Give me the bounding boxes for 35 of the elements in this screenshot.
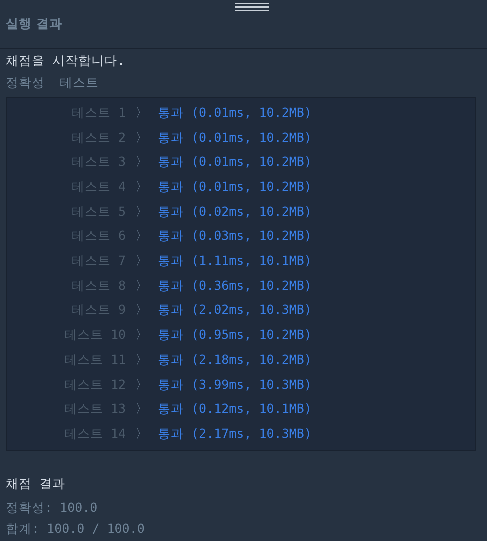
chevron-separator: 〉 xyxy=(134,326,150,344)
drag-handle-icon[interactable] xyxy=(235,3,269,12)
test-result: 통과 (0.12ms, 10.1MB) xyxy=(158,400,312,418)
summary-title: 채점 결과 xyxy=(6,476,66,491)
test-result: 통과 (1.11ms, 10.1MB) xyxy=(158,252,312,270)
section-label: 정확성 테스트 xyxy=(6,75,100,90)
chevron-separator: 〉 xyxy=(134,350,150,369)
chevron-separator: 〉 xyxy=(134,252,150,270)
chevron-separator: 〉 xyxy=(134,153,150,172)
panel-title: 실행 결과 xyxy=(6,15,62,33)
chevron-separator: 〉 xyxy=(134,227,150,246)
chevron-separator: 〉 xyxy=(134,178,150,196)
test-result: 통과 (3.99ms, 10.3MB) xyxy=(158,376,312,394)
chevron-separator: 〉 xyxy=(134,128,150,147)
test-result: 통과 (2.02ms, 10.3MB) xyxy=(158,301,312,320)
test-result: 통과 (0.95ms, 10.2MB) xyxy=(158,326,312,344)
test-result: 통과 (0.01ms, 10.2MB) xyxy=(158,104,312,122)
test-result: 통과 (0.01ms, 10.2MB) xyxy=(158,153,312,172)
test-result: 통과 (2.17ms, 10.3MB) xyxy=(158,424,312,443)
status-message: 채점을 시작합니다. xyxy=(6,53,126,68)
chevron-separator: 〉 xyxy=(134,202,150,221)
chevron-separator: 〉 xyxy=(134,376,150,394)
chevron-separator: 〉 xyxy=(134,276,150,295)
test-result: 통과 (0.36ms, 10.2MB) xyxy=(158,276,312,295)
test-result: 통과 (0.01ms, 10.2MB) xyxy=(158,128,312,147)
summary-line: 합계: 100.0 / 100.0 xyxy=(6,520,145,536)
summary-line: 정확성: 100.0 xyxy=(6,500,98,515)
test-result: 통과 (0.02ms, 10.2MB) xyxy=(158,202,312,221)
chevron-separator: 〉 xyxy=(134,424,150,443)
test-result: 통과 (2.18ms, 10.2MB) xyxy=(158,350,312,369)
test-result: 통과 (0.01ms, 10.2MB) xyxy=(158,178,312,196)
test-result: 통과 (0.03ms, 10.2MB) xyxy=(158,227,312,246)
chevron-separator: 〉 xyxy=(134,104,150,122)
chevron-separator: 〉 xyxy=(134,301,150,320)
chevron-separator: 〉 xyxy=(134,400,150,418)
